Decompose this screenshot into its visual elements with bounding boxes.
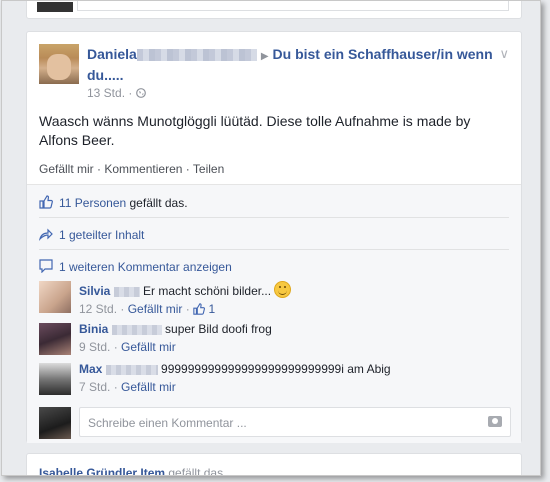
action-separator: · [185, 162, 193, 176]
next-post-card: Isabelle Gründler Item gefällt das. [26, 453, 522, 476]
comment-input-placeholder: Schreibe einen Kommentar ... [88, 416, 247, 430]
comment: Binia super Bild doofi frog 9 Std. · Gef… [79, 321, 272, 355]
comment: Max 999999999999999999999999999i am Abig… [79, 361, 391, 395]
divider [39, 249, 509, 250]
shares-link[interactable]: 1 geteilter Inhalt [59, 228, 144, 242]
likes-summary: 11 Personen gefällt das. [39, 195, 188, 210]
redacted-surname [111, 324, 162, 335]
thumbs-up-icon [39, 195, 53, 209]
post-actions: Gefällt mir · Kommentieren · Teilen [39, 162, 224, 176]
previous-post-comment-box[interactable] [77, 1, 509, 11]
commenter-avatar[interactable] [39, 323, 71, 355]
next-post-name[interactable]: Isabelle Gründler Item [39, 466, 165, 475]
current-user-avatar [39, 407, 71, 439]
separator-dot: · [113, 340, 122, 354]
author-name[interactable]: Daniela [87, 46, 137, 62]
separator-dot: · [128, 86, 136, 100]
chevron-down-icon[interactable]: ∨ [499, 46, 509, 62]
likes-count-link[interactable]: 11 Personen [59, 196, 126, 210]
likes-suffix: gefällt das. [126, 196, 188, 210]
arrow-right-icon: ▶ [260, 51, 269, 62]
share-arrow-icon [39, 228, 53, 241]
redacted-surname [113, 286, 140, 297]
more-comments-link[interactable]: 1 weiteren Kommentar anzeigen [59, 260, 232, 274]
share-button[interactable]: Teilen [193, 162, 224, 176]
comment-time[interactable]: 7 Std. [79, 380, 110, 394]
more-comments: 1 weiteren Kommentar anzeigen [39, 259, 232, 274]
previous-post-card [26, 1, 522, 19]
next-post-suffix: gefällt das. [165, 466, 227, 476]
post-card: Daniela ▶ Du bist ein Schaffhauser/in wenn… [26, 31, 522, 443]
comment-time[interactable]: 9 Std. [79, 340, 110, 354]
commenter-name[interactable]: Binia [79, 322, 108, 336]
comment-text: 999999999999999999999999999i am Abig [161, 362, 391, 376]
feedback-section: 11 Personen gefällt das. 1 geteilter Inh… [27, 184, 521, 443]
separator-dot: · [113, 380, 122, 394]
commenter-avatar[interactable] [39, 281, 71, 313]
comment: Silvia Er macht schöni bilder... 12 Std.… [79, 281, 292, 317]
post-header: Daniela ▶ Du bist ein Schaffhauser/in wenn… [87, 45, 507, 85]
comment-like-button[interactable]: Gefällt mir [128, 302, 183, 316]
next-post-header: Isabelle Gründler Item gefällt das. [39, 466, 227, 476]
divider [39, 217, 509, 218]
separator-dot: · [120, 302, 128, 316]
separator-dot: · [185, 302, 194, 316]
smiley-emoji-icon [274, 281, 292, 298]
commenter-name[interactable]: Max [79, 362, 102, 376]
author-avatar-face [47, 54, 71, 80]
post-meta: 13 Std. · [87, 86, 146, 100]
screenshot-frame: Daniela ▶ Du bist ein Schaffhauser/in wenn… [1, 0, 541, 476]
author-avatar[interactable] [39, 44, 79, 84]
comment-like-button[interactable]: Gefällt mir [121, 380, 176, 394]
comment-input[interactable]: Schreibe einen Kommentar ... [79, 407, 511, 437]
comment-button[interactable]: Kommentieren [104, 162, 182, 176]
shares-summary: 1 geteilter Inhalt [39, 227, 144, 242]
thumbs-up-icon [193, 303, 206, 315]
comment-time[interactable]: 12 Std. [79, 302, 117, 316]
comment-like-button[interactable]: Gefällt mir [121, 340, 176, 354]
post-text: Waasch wänns Munotglöggli lüütäd. Diese … [39, 113, 471, 148]
commenter-name[interactable]: Silvia [79, 284, 110, 298]
comment-text: super Bild doofi frog [165, 322, 272, 336]
comment-like-count[interactable]: 1 [208, 302, 215, 316]
previous-post-avatar [37, 2, 73, 12]
comment-text: Er macht schöni bilder... [143, 284, 272, 298]
globe-icon [135, 88, 146, 98]
speech-bubble-icon [39, 259, 53, 273]
redacted-surname [136, 49, 257, 62]
camera-icon[interactable] [488, 416, 502, 427]
post-time[interactable]: 13 Std. [87, 86, 125, 100]
redacted-surname [105, 364, 158, 375]
like-button[interactable]: Gefällt mir [39, 162, 94, 176]
commenter-avatar[interactable] [39, 363, 71, 395]
